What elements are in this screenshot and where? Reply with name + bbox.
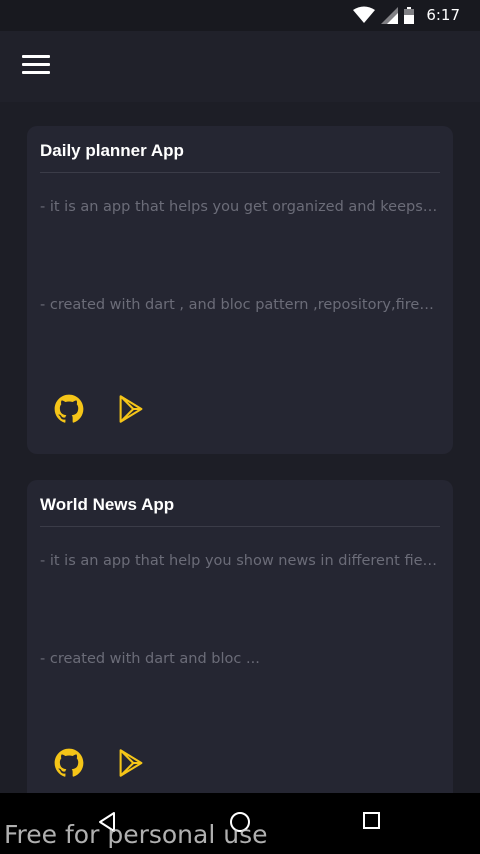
recents-icon[interactable]	[362, 811, 382, 835]
project-title: Daily planner App	[40, 141, 184, 160]
project-tech: - created with dart and bloc ...	[40, 651, 260, 667]
divider	[40, 172, 440, 173]
navigation-bar	[0, 793, 480, 854]
battery-icon	[404, 6, 415, 24]
project-tech: - created with dart , and bloc pattern ,…	[40, 297, 440, 313]
cell-signal-icon	[381, 6, 399, 24]
github-icon[interactable]	[54, 748, 86, 780]
project-list[interactable]: Daily planner App - it is an app that he…	[0, 102, 480, 793]
hamburger-menu-icon[interactable]	[22, 55, 50, 77]
google-play-icon[interactable]	[117, 394, 149, 426]
home-icon[interactable]	[229, 811, 251, 837]
github-icon[interactable]	[54, 394, 86, 426]
back-icon[interactable]	[97, 811, 117, 837]
status-time: 6:17	[426, 6, 460, 24]
project-description: - it is an app that help you show news i…	[40, 553, 440, 569]
divider	[40, 526, 440, 527]
project-card: World News App - it is an app that help …	[27, 480, 453, 793]
status-bar: 6:17	[0, 0, 480, 31]
app-bar	[0, 31, 480, 102]
google-play-icon[interactable]	[117, 748, 149, 780]
project-title: World News App	[40, 495, 175, 514]
wifi-icon	[353, 6, 376, 23]
project-card: Daily planner App - it is an app that he…	[27, 126, 453, 454]
project-description: - it is an app that helps you get organi…	[40, 199, 440, 215]
